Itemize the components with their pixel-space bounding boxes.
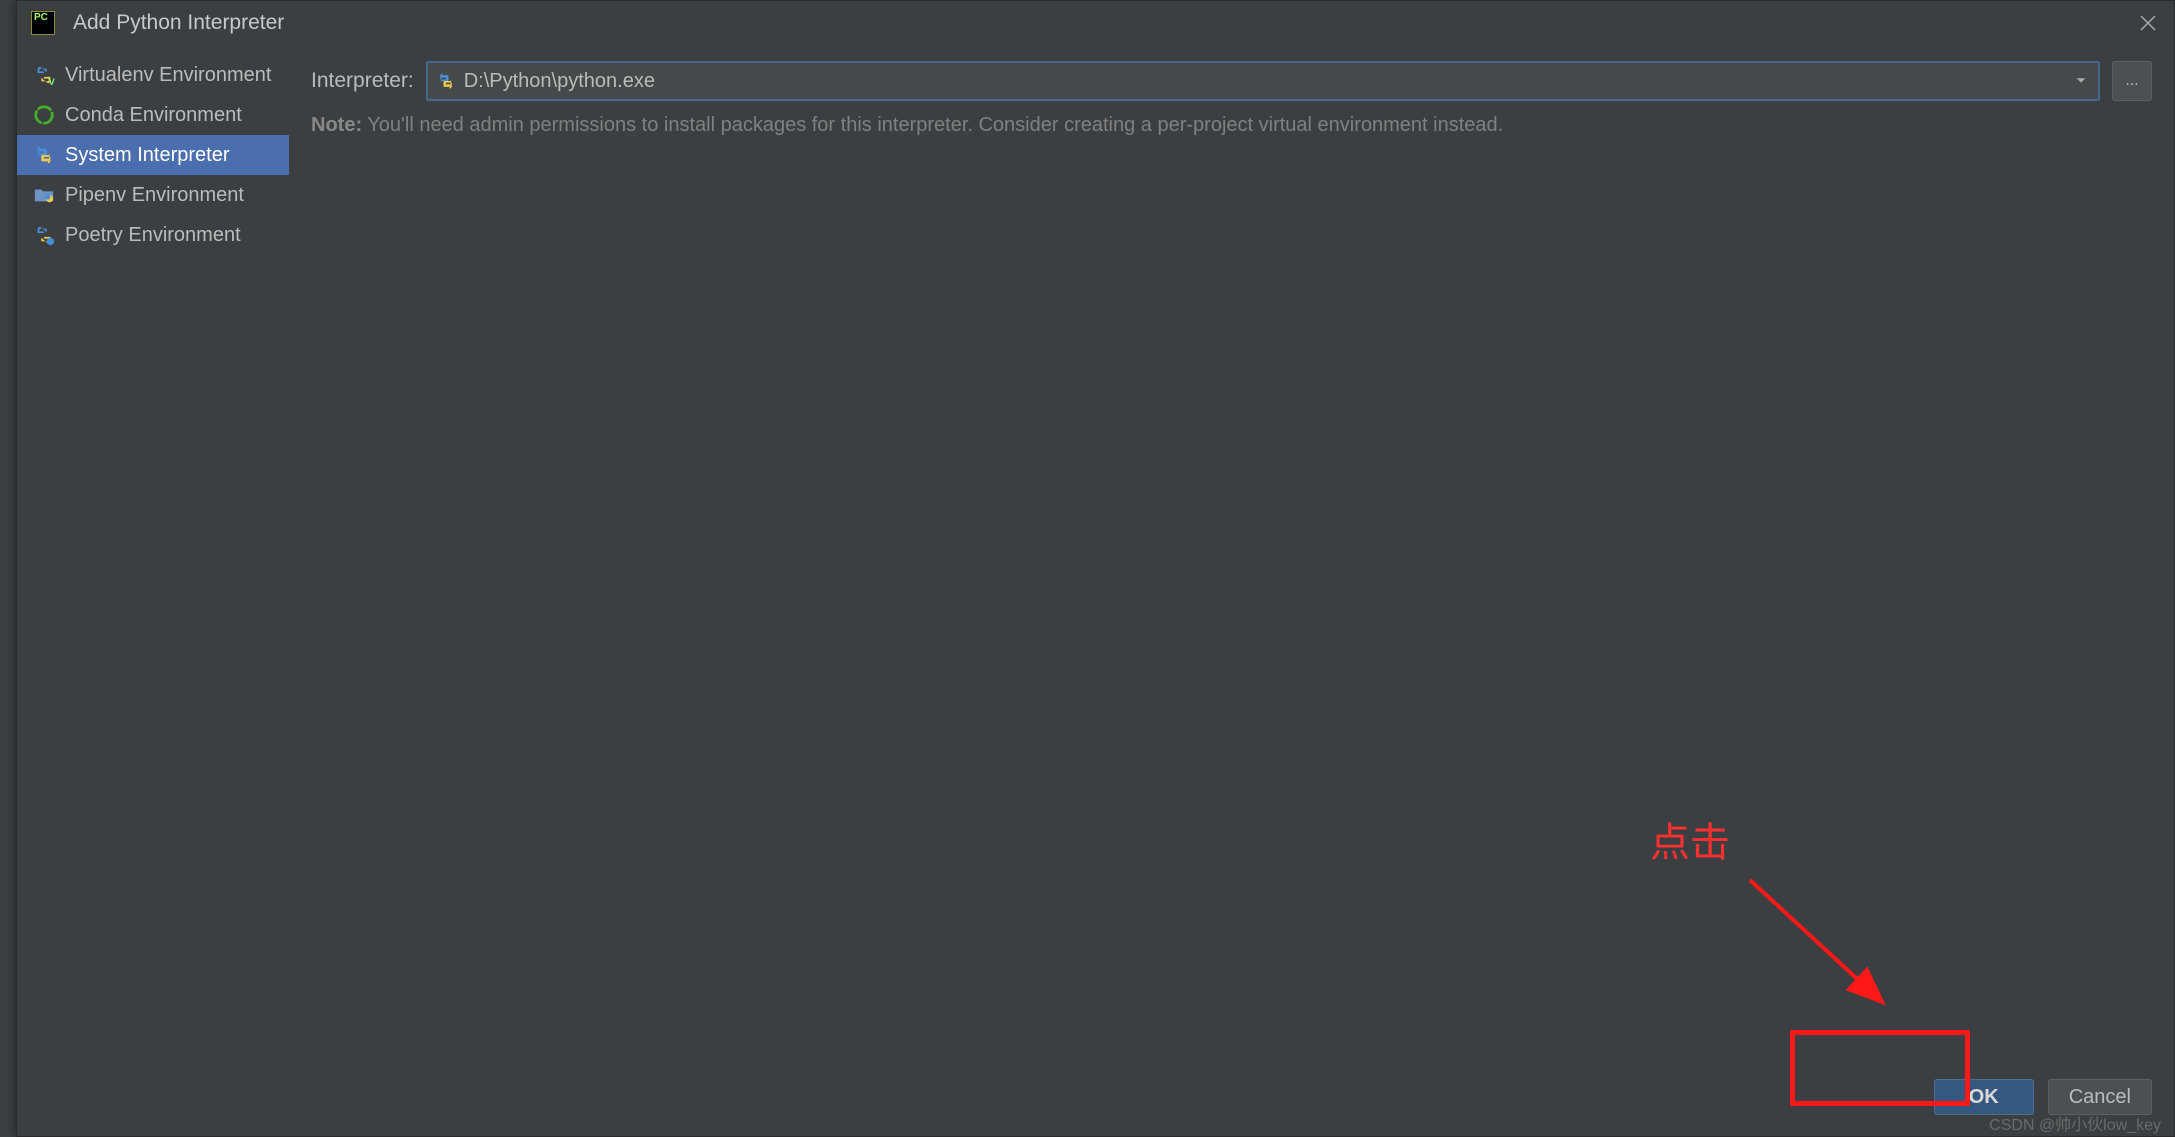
dialog-body: V Virtualenv Environment Conda Environme… <box>17 45 2174 1072</box>
interpreter-label: Interpreter: <box>311 69 414 93</box>
close-icon <box>2139 14 2157 32</box>
conda-icon <box>33 104 55 126</box>
main-panel: Interpreter: D:\Python\python.exe <box>289 45 2174 1072</box>
python-poetry-icon <box>33 224 55 246</box>
dropdown-arrow-icon <box>2074 73 2090 89</box>
sidebar-item-label: System Interpreter <box>65 144 230 167</box>
cancel-button[interactable]: Cancel <box>2048 1079 2152 1115</box>
add-interpreter-dialog: PC Add Python Interpreter V Virtualenv E… <box>16 0 2175 1137</box>
sidebar-item-label: Virtualenv Environment <box>65 64 271 87</box>
note-text: Note: You'll need admin permissions to i… <box>311 111 2152 139</box>
sidebar-item-label: Conda Environment <box>65 104 242 127</box>
sidebar-item-conda[interactable]: Conda Environment <box>17 95 289 135</box>
sidebar-item-system[interactable]: System Interpreter <box>17 135 289 175</box>
svg-text:V: V <box>49 77 55 86</box>
ellipsis-icon: ... <box>2125 72 2138 90</box>
dialog-footer: OK Cancel <box>17 1072 2174 1136</box>
dialog-title: Add Python Interpreter <box>73 11 284 35</box>
interpreter-row: Interpreter: D:\Python\python.exe <box>311 61 2152 101</box>
python-v-icon: V <box>33 64 55 86</box>
titlebar: PC Add Python Interpreter <box>17 1 2174 45</box>
close-button[interactable] <box>2136 11 2160 35</box>
python-icon <box>33 144 55 166</box>
sidebar-item-label: Pipenv Environment <box>65 184 244 207</box>
sidebar-item-label: Poetry Environment <box>65 224 241 247</box>
sidebar-item-pipenv[interactable]: Pipenv Environment <box>17 175 289 215</box>
sidebar-item-virtualenv[interactable]: V Virtualenv Environment <box>17 55 289 95</box>
sidebar-item-poetry[interactable]: Poetry Environment <box>17 215 289 255</box>
interpreter-combobox[interactable]: D:\Python\python.exe <box>426 61 2100 101</box>
sidebar: V Virtualenv Environment Conda Environme… <box>17 45 289 1072</box>
note-body: You'll need admin permissions to install… <box>362 114 1503 136</box>
folder-python-icon <box>33 184 55 206</box>
browse-button[interactable]: ... <box>2112 61 2152 101</box>
interpreter-path-text: D:\Python\python.exe <box>464 70 2074 93</box>
app-icon: PC <box>31 11 55 35</box>
note-prefix: Note: <box>311 114 362 136</box>
ok-button[interactable]: OK <box>1934 1079 2034 1115</box>
python-icon <box>436 71 456 91</box>
watermark: CSDN @帅小伙low_key <box>1989 1111 2161 1135</box>
